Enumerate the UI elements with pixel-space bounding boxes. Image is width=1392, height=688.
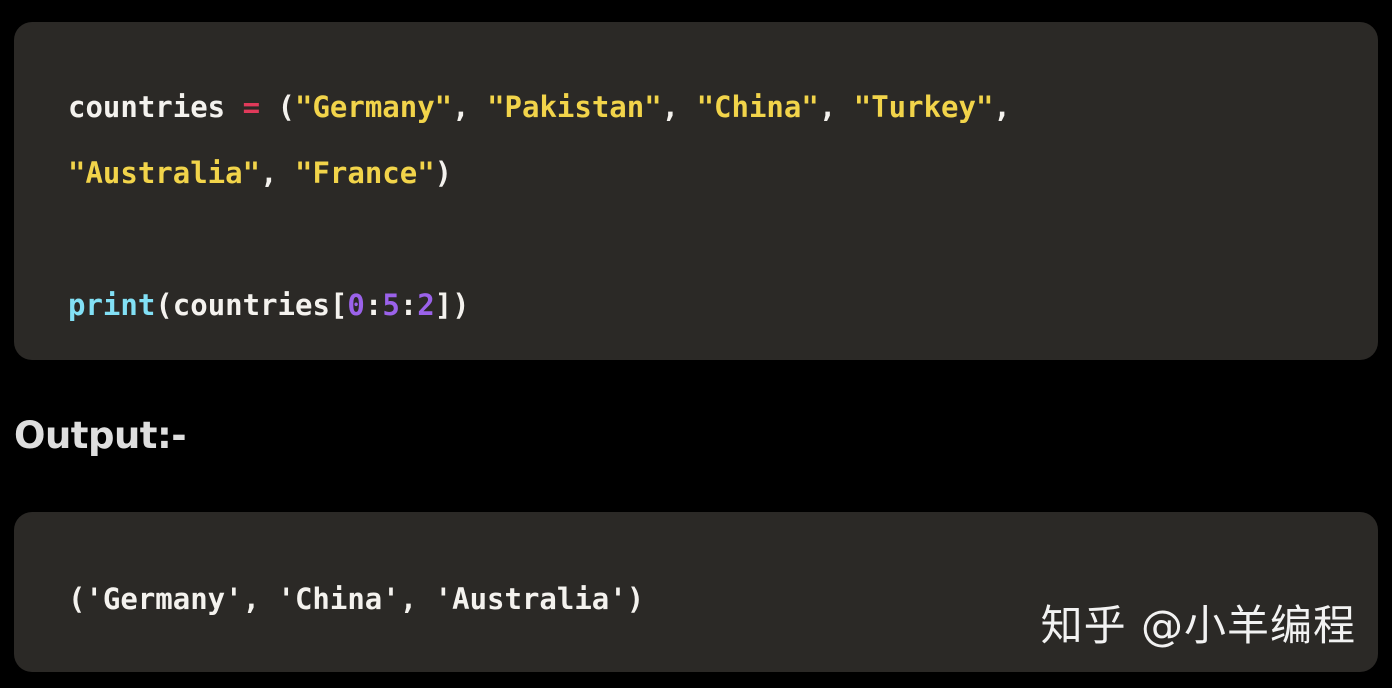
token-comma-5: , bbox=[260, 156, 295, 190]
token-comma-1: , bbox=[452, 90, 488, 124]
output-heading: Output:- bbox=[14, 414, 187, 457]
token-slice-close: ]) bbox=[434, 288, 470, 322]
token-slice-open: (countries[ bbox=[155, 288, 348, 322]
code-line-3: print(countries[0:5:2]) bbox=[68, 272, 1378, 338]
token-comma-4: , bbox=[993, 90, 1011, 124]
token-comma-2: , bbox=[661, 90, 697, 124]
token-comma-3: , bbox=[818, 90, 854, 124]
code-line-1: countries = ("Germany", "Pakistan", "Chi… bbox=[68, 74, 1378, 140]
token-variable-countries: countries bbox=[68, 90, 226, 124]
token-function-print: print bbox=[68, 288, 156, 322]
token-slice-start: 0 bbox=[347, 288, 365, 322]
token-string-germany: "Germany" bbox=[295, 90, 453, 124]
token-open-paren: ( bbox=[260, 90, 295, 124]
token-slice-stop: 5 bbox=[382, 288, 400, 322]
source-code-block: countries = ("Germany", "Pakistan", "Chi… bbox=[14, 22, 1378, 360]
token-slice-colon-2: : bbox=[399, 288, 418, 322]
token-string-pakistan: "Pakistan" bbox=[487, 90, 662, 124]
token-slice-colon-1: : bbox=[364, 288, 383, 322]
token-assign-operator: = bbox=[242, 90, 261, 124]
token-string-australia: "Australia" bbox=[68, 156, 261, 190]
watermark-text: 知乎 @小羊编程 bbox=[1040, 601, 1356, 650]
token-string-turkey: "Turkey" bbox=[853, 90, 994, 124]
code-line-2: "Australia", "France") bbox=[68, 140, 1378, 206]
token-string-china: "China" bbox=[696, 90, 819, 124]
screenshot-page: countries = ("Germany", "Pakistan", "Chi… bbox=[0, 0, 1392, 688]
token-close-paren: ) bbox=[434, 156, 453, 190]
token-string-france: "France" bbox=[294, 156, 435, 190]
token-slice-step: 2 bbox=[417, 288, 435, 322]
